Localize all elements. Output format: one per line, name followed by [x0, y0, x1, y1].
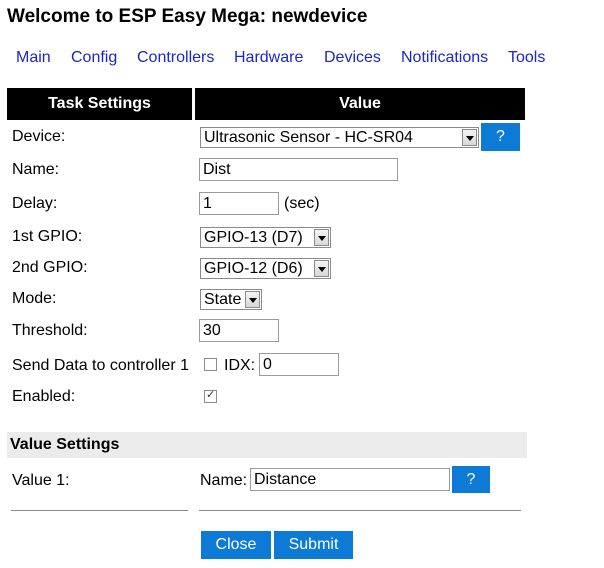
delay-unit: (sec) — [284, 195, 320, 212]
nav-devices[interactable]: Devices — [324, 49, 381, 67]
nav-main[interactable]: Main — [16, 49, 51, 67]
idx-input[interactable]: 0 — [259, 353, 339, 376]
gpio2-label: 2nd GPIO: — [12, 259, 88, 276]
name-label: Name: — [12, 161, 60, 178]
device-select[interactable]: Ultrasonic Sensor - HC-SR04 — [200, 127, 479, 148]
submit-button[interactable]: Submit — [274, 531, 353, 559]
close-button[interactable]: Close — [201, 531, 271, 559]
value1-name-label: Name: — [200, 472, 248, 489]
delay-input[interactable]: 1 — [199, 192, 279, 215]
threshold-label: Threshold: — [12, 322, 88, 339]
nav-config[interactable]: Config — [71, 49, 117, 67]
divider — [199, 510, 521, 511]
nav-hardware[interactable]: Hardware — [234, 49, 303, 67]
gpio2-select-value: GPIO-12 (D6) — [204, 260, 303, 277]
value1-help-button[interactable]: ? — [452, 466, 490, 493]
value-settings-header: Value Settings — [7, 432, 527, 458]
chevron-down-icon — [245, 291, 260, 308]
mode-select[interactable]: State — [200, 289, 262, 310]
chevron-down-icon — [314, 229, 329, 246]
device-help-button[interactable]: ? — [481, 123, 520, 151]
send-data-label: Send Data to controller 1 — [12, 357, 189, 374]
col-header-task-settings: Task Settings — [7, 88, 192, 120]
mode-label: Mode: — [12, 290, 57, 307]
chevron-down-icon — [462, 129, 477, 146]
enabled-label: Enabled: — [12, 388, 76, 405]
idx-label: IDX: — [224, 357, 256, 374]
delay-label: Delay: — [12, 195, 58, 212]
value1-label: Value 1: — [12, 472, 70, 489]
enabled-checkbox[interactable] — [204, 388, 217, 403]
name-input[interactable]: Dist — [199, 158, 398, 181]
gpio1-label: 1st GPIO: — [12, 228, 83, 245]
device-select-value: Ultrasonic Sensor - HC-SR04 — [204, 129, 413, 146]
divider — [11, 510, 188, 511]
mode-select-value: State — [204, 291, 242, 308]
send-data-checkbox[interactable] — [204, 358, 217, 371]
chevron-down-icon — [314, 260, 329, 277]
nav-notifications[interactable]: Notifications — [401, 49, 488, 67]
device-label: Device: — [12, 128, 66, 145]
col-header-value: Value — [195, 88, 525, 120]
gpio1-select[interactable]: GPIO-13 (D7) — [200, 227, 331, 248]
threshold-input[interactable]: 30 — [199, 319, 279, 342]
page-title: Welcome to ESP Easy Mega: newdevice — [7, 6, 368, 27]
gpio1-select-value: GPIO-13 (D7) — [204, 229, 303, 246]
nav-tools[interactable]: Tools — [508, 49, 545, 67]
gpio2-select[interactable]: GPIO-12 (D6) — [200, 258, 331, 279]
nav-controllers[interactable]: Controllers — [137, 49, 214, 67]
value1-name-input[interactable]: Distance — [250, 468, 450, 491]
